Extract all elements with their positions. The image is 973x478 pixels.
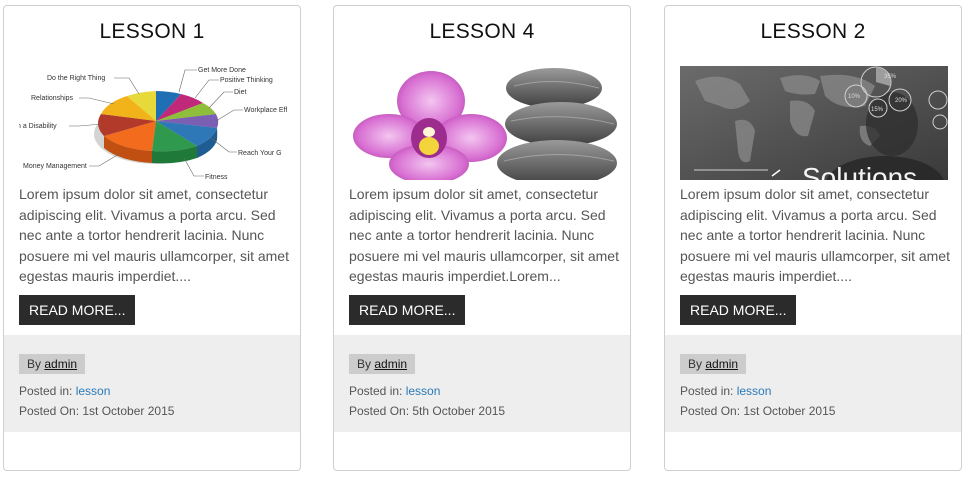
chart-percent-label: 35% <box>884 74 897 80</box>
by-label: By <box>357 357 372 371</box>
read-more-button[interactable]: READ MORE... <box>19 295 136 325</box>
solutions-text: Solutions <box>802 162 917 180</box>
chart-label: Reach Your G <box>238 150 282 157</box>
lesson-cards-grid: LESSON 1 Get More Done Positive Thinking… <box>0 0 973 478</box>
chart-label: Money Management <box>23 163 87 170</box>
posted-in-label: Posted in: <box>680 384 734 398</box>
card-title[interactable]: LESSON 1 <box>4 6 300 54</box>
chart-label: Workplace Eff <box>244 107 287 114</box>
chart-label: Do the Right Thing <box>47 75 105 82</box>
posted-in-label: Posted in: <box>349 384 403 398</box>
posted-in: Posted in: lesson <box>349 384 440 398</box>
orchid-stones-image[interactable] <box>349 66 617 180</box>
author-badge: By admin <box>680 354 747 374</box>
chart-percent-label: 20% <box>895 98 908 104</box>
chart-label: Positive Thinking <box>220 77 273 84</box>
read-more-button[interactable]: READ MORE... <box>680 295 797 325</box>
lesson-card: LESSON 1 Get More Done Positive Thinking… <box>3 5 301 471</box>
author-badge: By admin <box>349 354 416 374</box>
chart-label: Relationships <box>31 95 74 102</box>
posted-on: Posted On: 1st October 2015 <box>19 404 175 418</box>
card-meta: By admin Posted in: lesson Posted On: 5t… <box>334 335 630 432</box>
category-link[interactable]: lesson <box>76 384 111 398</box>
category-link[interactable]: lesson <box>737 384 772 398</box>
card-title[interactable]: LESSON 4 <box>334 6 630 54</box>
author-link[interactable]: admin <box>44 357 77 371</box>
author-badge: By admin <box>19 354 86 374</box>
chart-label: Fitness <box>205 174 228 180</box>
author-link[interactable]: admin <box>374 357 407 371</box>
lesson-card: LESSON 4 Lorem ipsum dolor sit amet, con… <box>333 5 631 471</box>
chart-percent-label: 10% <box>848 94 861 100</box>
card-meta: By admin Posted in: lesson Posted On: 1s… <box>665 335 961 432</box>
posted-on: Posted On: 5th October 2015 <box>349 404 506 418</box>
chart-label: h a Disability <box>19 123 57 130</box>
solutions-map-image[interactable]: 35% 10% 20% 15% Solutions <box>680 66 948 180</box>
posted-on: Posted On: 1st October 2015 <box>680 404 836 418</box>
chart-label: Diet <box>234 89 247 96</box>
card-excerpt: Lorem ipsum dolor sit amet, consectetur … <box>19 186 289 284</box>
card-title[interactable]: LESSON 2 <box>665 6 961 54</box>
read-more-button[interactable]: READ MORE... <box>349 295 466 325</box>
chart-label: Get More Done <box>198 67 246 74</box>
pie-chart-image[interactable]: Get More Done Positive Thinking Diet Wor… <box>19 66 287 180</box>
card-excerpt: Lorem ipsum dolor sit amet, consectetur … <box>680 186 950 284</box>
chart-percent-label: 15% <box>871 107 884 113</box>
card-excerpt: Lorem ipsum dolor sit amet, consectetur … <box>349 186 619 284</box>
by-label: By <box>688 357 703 371</box>
lesson-card: LESSON 2 35% 10% 20% 15% Solutions Lorem… <box>664 5 962 471</box>
posted-in: Posted in: lesson <box>680 384 771 398</box>
posted-in-label: Posted in: <box>19 384 73 398</box>
posted-in: Posted in: lesson <box>19 384 110 398</box>
by-label: By <box>27 357 42 371</box>
author-link[interactable]: admin <box>705 357 738 371</box>
category-link[interactable]: lesson <box>406 384 441 398</box>
card-meta: By admin Posted in: lesson Posted On: 1s… <box>4 335 300 432</box>
